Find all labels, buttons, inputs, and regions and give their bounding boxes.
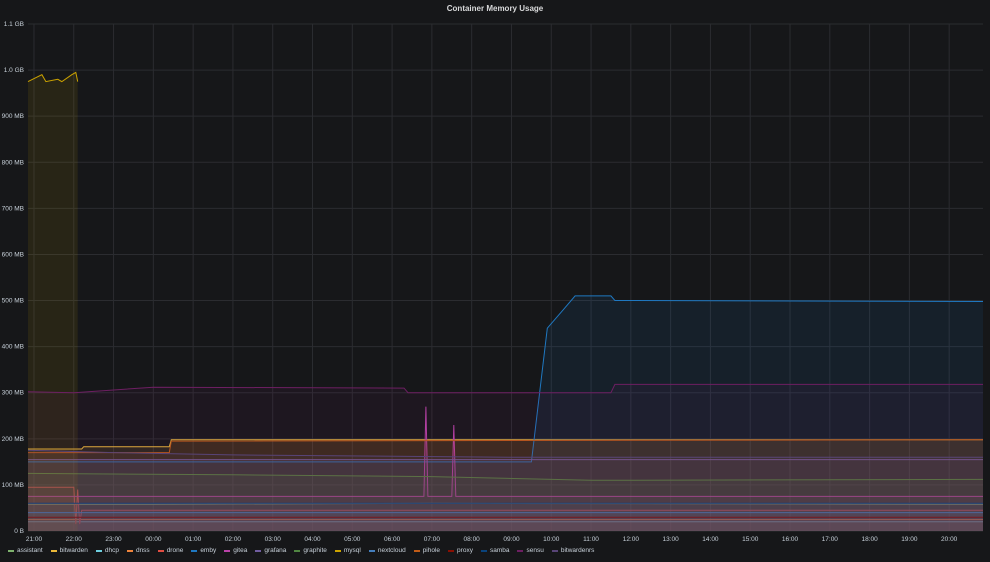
chart-legend: assistant bitwarden dhcp dnss drone emby gitea… bbox=[8, 547, 594, 554]
legend-swatch bbox=[95, 549, 102, 552]
legend-item-emby[interactable]: emby bbox=[191, 547, 216, 554]
legend-item-grafana[interactable]: grafana bbox=[255, 547, 286, 554]
legend-item-bitwarden[interactable]: bitwarden bbox=[50, 547, 88, 554]
x-tick-label: 22:00 bbox=[66, 536, 83, 543]
legend-label: grafana bbox=[264, 547, 287, 554]
legend-item-sensu[interactable]: sensu bbox=[517, 547, 544, 554]
legend-item-nextcloud[interactable]: nextcloud bbox=[368, 547, 406, 554]
legend-item-assistant[interactable]: assistant bbox=[8, 547, 43, 554]
x-tick-label: 11:00 bbox=[583, 536, 599, 543]
legend-swatch bbox=[551, 549, 558, 552]
legend-label: sensu bbox=[526, 547, 544, 554]
y-tick-label: 500 MB bbox=[2, 298, 24, 305]
legend-swatch bbox=[191, 549, 198, 552]
legend-swatch bbox=[157, 549, 164, 552]
series-area-bitwardenrs bbox=[28, 450, 983, 531]
y-tick-label: 1.0 GB bbox=[4, 67, 24, 74]
x-tick-label: 01:00 bbox=[185, 536, 202, 543]
x-tick-label: 10:00 bbox=[543, 536, 560, 543]
legend-label: bitwarden bbox=[59, 547, 88, 554]
legend-swatch bbox=[480, 549, 487, 552]
y-tick-label: 200 MB bbox=[2, 436, 24, 443]
legend-label: proxy bbox=[457, 547, 473, 554]
chart-plot: 0 B 100 MB 200 MB 300 MB 400 MB 500 MB 600 MB 7… bbox=[2, 21, 984, 543]
x-tick-label: 04:00 bbox=[304, 536, 321, 543]
y-tick-label: 1.1 GB bbox=[4, 21, 24, 28]
legend-item-samba[interactable]: samba bbox=[480, 547, 510, 554]
legend-item-proxy[interactable]: proxy bbox=[448, 547, 473, 554]
legend-swatch bbox=[368, 549, 375, 552]
x-tick-label: 08:00 bbox=[464, 536, 481, 543]
x-tick-label: 05:00 bbox=[344, 536, 361, 543]
x-tick-label: 16:00 bbox=[782, 536, 799, 543]
x-tick-label: 14:00 bbox=[702, 536, 719, 543]
legend-label: mysql bbox=[343, 547, 361, 554]
legend-swatch bbox=[255, 549, 262, 552]
y-tick-label: 0 B bbox=[14, 528, 24, 535]
legend-label: graphite bbox=[303, 547, 327, 554]
x-tick-label: 03:00 bbox=[265, 536, 282, 543]
legend-swatch bbox=[8, 549, 14, 552]
y-tick-label: 400 MB bbox=[2, 344, 24, 351]
legend-label: emby bbox=[200, 547, 217, 554]
legend-swatch bbox=[413, 549, 420, 552]
legend-label: dnss bbox=[135, 547, 150, 554]
x-tick-label: 23:00 bbox=[105, 536, 122, 543]
legend-label: gitea bbox=[233, 547, 248, 554]
legend-swatch bbox=[294, 549, 301, 552]
x-tick-label: 12:00 bbox=[623, 536, 640, 543]
legend-item-pihole[interactable]: pihole bbox=[413, 547, 441, 554]
x-tick-label: 06:00 bbox=[384, 536, 401, 543]
legend-swatch bbox=[448, 549, 455, 552]
y-tick-label: 900 MB bbox=[2, 113, 24, 120]
y-tick-label: 800 MB bbox=[2, 159, 24, 166]
legend-label: bitwardenrs bbox=[560, 547, 595, 554]
x-tick-label: 02:00 bbox=[225, 536, 242, 543]
x-tick-label: 13:00 bbox=[662, 536, 679, 543]
x-tick-label: 00:00 bbox=[145, 536, 162, 543]
y-tick-label: 300 MB bbox=[2, 390, 24, 397]
legend-swatch bbox=[224, 549, 231, 552]
x-tick-label: 21:00 bbox=[26, 536, 43, 543]
legend-label: assistant bbox=[17, 547, 43, 554]
legend-swatch bbox=[50, 549, 57, 552]
legend-item-bitwardenrs[interactable]: bitwardenrs bbox=[551, 547, 595, 554]
x-tick-label: 17:00 bbox=[822, 536, 839, 543]
legend-item-dnss[interactable]: dnss bbox=[126, 547, 150, 554]
x-tick-label: 20:00 bbox=[941, 536, 958, 543]
x-tick-label: 07:00 bbox=[424, 536, 441, 543]
legend-swatch bbox=[126, 549, 133, 552]
legend-label: samba bbox=[489, 547, 510, 554]
legend-swatch bbox=[517, 549, 524, 552]
legend-label: pihole bbox=[422, 547, 441, 554]
x-tick-label: 15:00 bbox=[742, 536, 759, 543]
x-tick-label: 18:00 bbox=[861, 536, 878, 543]
y-tick-label: 100 MB bbox=[2, 482, 24, 489]
legend-swatch bbox=[334, 549, 341, 552]
legend-item-mysql[interactable]: mysql bbox=[334, 547, 361, 554]
legend-item-gitea[interactable]: gitea bbox=[224, 547, 247, 554]
legend-item-graphite[interactable]: graphite bbox=[294, 547, 327, 554]
legend-label: dhcp bbox=[104, 547, 119, 554]
memory-usage-panel: Container Memory Usage 0 B 100 MB 200 MB 30… bbox=[0, 0, 990, 562]
x-tick-label: 09:00 bbox=[503, 536, 520, 543]
x-tick-label: 19:00 bbox=[901, 536, 918, 543]
y-tick-label: 700 MB bbox=[2, 205, 24, 212]
legend-label: drone bbox=[166, 547, 184, 554]
legend-label: nextcloud bbox=[377, 547, 406, 554]
legend-item-drone[interactable]: drone bbox=[157, 547, 184, 554]
y-tick-label: 600 MB bbox=[2, 251, 24, 258]
legend-item-dhcp[interactable]: dhcp bbox=[95, 547, 119, 554]
